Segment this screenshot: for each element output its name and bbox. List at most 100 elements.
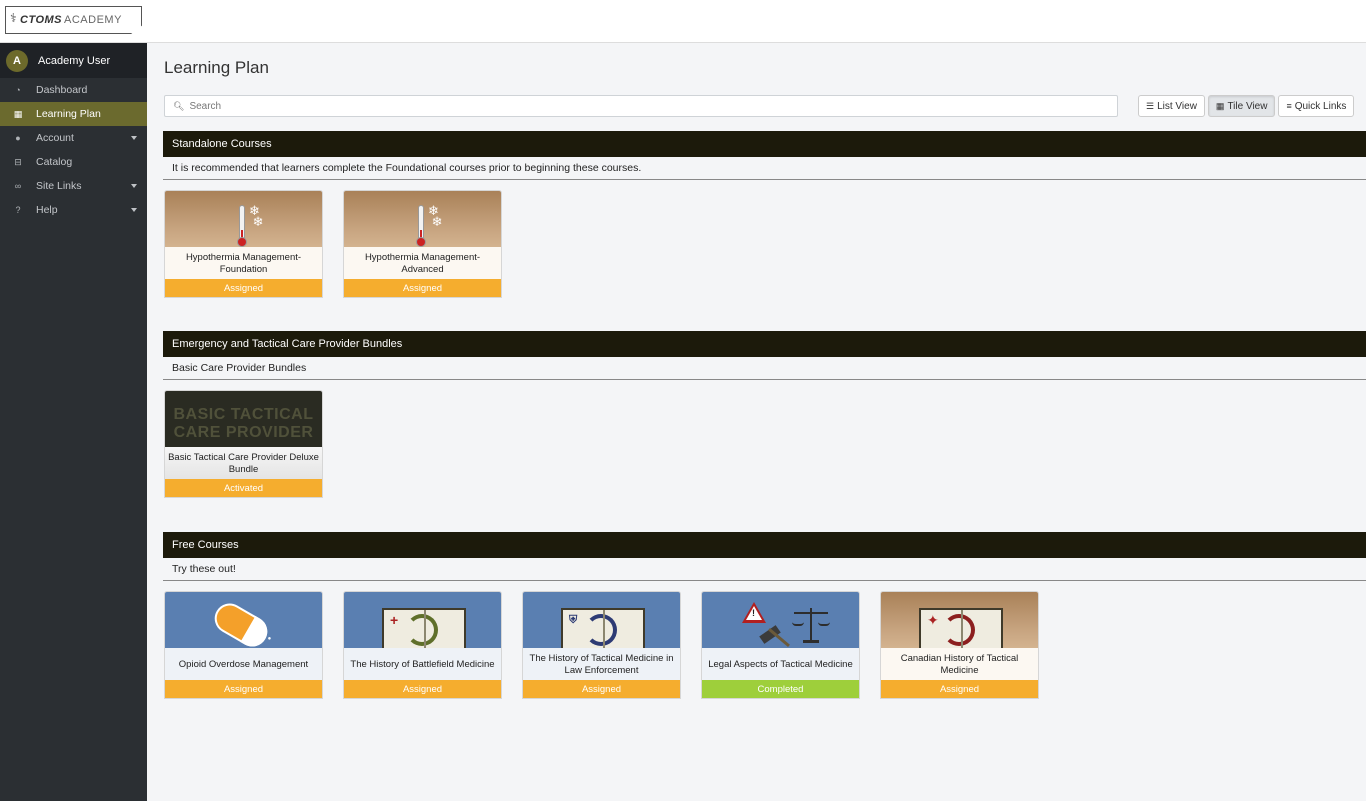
course-name: Hypothermia Management-Advanced (344, 247, 501, 280)
quick-links-label: Quick Links (1294, 100, 1347, 112)
sidebar-item-label: Site Links (36, 180, 82, 192)
thermometer-icon (416, 205, 426, 247)
user-icon: ● (15, 133, 21, 143)
maple-leaf-icon: ✦ (927, 612, 939, 628)
search-icon: 🔍︎ (173, 100, 185, 111)
grid-icon: ▦ (13, 108, 23, 119)
caduceus-icon: ⚕ (10, 11, 17, 25)
course-name: Legal Aspects of Tactical Medicine (702, 648, 859, 681)
grid-icon: ▦ (1215, 100, 1225, 111)
sidebar-item-site-links[interactable]: ∞ Site Links (0, 174, 147, 198)
status-badge: Assigned (523, 680, 680, 698)
sidebar-item-account[interactable]: ● Account (0, 126, 147, 150)
chevron-down-icon (131, 184, 137, 188)
course-tile[interactable]: ❄ ❄ Hypothermia Management-Advanced Assi… (343, 190, 502, 298)
course-thumbnail: + (344, 592, 501, 648)
sidebar-item-label: Dashboard (36, 84, 88, 96)
top-header: ⚕ CTOMS ACADEMY (0, 0, 1366, 43)
status-badge: Completed (702, 680, 859, 698)
book-icon: ✦ (919, 608, 1003, 648)
menu-icon: ≡ (1286, 101, 1292, 111)
course-tile[interactable]: ! Legal Aspects of Tactical Medicine Com… (701, 591, 860, 699)
course-tile[interactable]: + The History of Battlefield Medicine As… (343, 591, 502, 699)
status-badge: Assigned (344, 279, 501, 297)
course-thumbnail: ✦ (881, 592, 1038, 648)
history-arrow-icon (585, 614, 617, 646)
list-view-label: List View (1157, 100, 1197, 112)
book-icon: ⛨ (561, 608, 645, 648)
section-header: Standalone Courses (163, 131, 1366, 157)
tile-grid: ● ● ● Opioid Overdose Management Assigne… (163, 591, 1366, 699)
course-name: The History of Battlefield Medicine (344, 648, 501, 681)
course-name: Hypothermia Management-Foundation (165, 247, 322, 280)
user-profile[interactable]: A Academy User (0, 43, 147, 78)
section-provider-bundles: Emergency and Tactical Care Provider Bun… (163, 331, 1366, 498)
status-badge: Assigned (165, 279, 322, 297)
tile-view-button[interactable]: ▦ Tile View (1207, 95, 1276, 117)
brand-name-light: ACADEMY (64, 14, 122, 26)
chevron-down-icon (131, 208, 137, 212)
history-arrow-icon (943, 614, 975, 646)
sidebar-item-catalog[interactable]: ⊟ Catalog (0, 150, 147, 174)
list-icon: ☰ (1146, 100, 1155, 111)
course-tile[interactable]: ❄ ❄ Hypothermia Management-Foundation As… (164, 190, 323, 298)
basket-icon: ⊟ (14, 156, 22, 167)
course-tile[interactable]: ✦ Canadian History of Tactical Medicine … (880, 591, 1039, 699)
main-content: Learning Plan 🔍︎ ☰ List View ▦ Tile View… (147, 43, 1366, 801)
sidebar-item-label: Account (36, 132, 74, 144)
medical-cross-icon: + (390, 612, 399, 628)
avatar: A (6, 49, 28, 72)
page-title: Learning Plan (164, 58, 269, 77)
status-badge: Assigned (165, 680, 322, 698)
course-name: Canadian History of Tactical Medicine (881, 648, 1038, 681)
brand-name-bold: CTOMS (20, 14, 63, 26)
sidebar: A Academy User ◔ Dashboard ▦ Learning Pl… (0, 43, 147, 801)
section-header: Emergency and Tactical Care Provider Bun… (163, 331, 1366, 357)
book-icon: + (382, 608, 466, 648)
course-name: The History of Tactical Medicine in Law … (523, 648, 680, 681)
quick-links-button[interactable]: ≡ Quick Links (1278, 95, 1355, 117)
link-icon: ∞ (14, 181, 22, 191)
list-view-button[interactable]: ☰ List View (1138, 95, 1205, 117)
thumbnail-text: BASIC TACTICAL CARE PROVIDER (173, 406, 314, 441)
section-description: It is recommended that learners complete… (163, 157, 1366, 180)
brand-logo[interactable]: ⚕ CTOMS ACADEMY (5, 6, 142, 34)
course-thumbnail: ⛨ (523, 592, 680, 648)
sidebar-item-label: Learning Plan (36, 108, 101, 120)
view-toggle: ☰ List View ▦ Tile View ≡ Quick Links (1138, 95, 1357, 117)
sidebar-item-label: Help (36, 204, 58, 216)
question-icon: ? (15, 205, 21, 215)
course-name: Opioid Overdose Management (165, 648, 322, 681)
section-description: Try these out! (163, 558, 1366, 581)
course-thumbnail: ❄ ❄ (344, 191, 501, 247)
snowflake-icon: ❄ ❄ (249, 203, 264, 229)
user-name: Academy User (38, 54, 111, 67)
search-input[interactable] (189, 100, 1090, 112)
section-description: Basic Care Provider Bundles (163, 357, 1366, 380)
course-thumbnail: ❄ ❄ (165, 191, 322, 247)
sidebar-item-learning-plan[interactable]: ▦ Learning Plan (0, 102, 147, 126)
tile-grid: ❄ ❄ Hypothermia Management-Foundation As… (163, 190, 1366, 298)
dashboard-icon: ◔ (15, 85, 21, 95)
course-tile[interactable]: ⛨ The History of Tactical Medicine in La… (522, 591, 681, 699)
police-badge-icon: ⛨ (569, 614, 578, 626)
section-standalone-courses: Standalone Courses It is recommended tha… (163, 131, 1366, 298)
course-thumbnail: ! (702, 592, 859, 648)
course-thumbnail: BASIC TACTICAL CARE PROVIDER (165, 391, 322, 447)
tile-grid: BASIC TACTICAL CARE PROVIDER Basic Tacti… (163, 390, 1366, 498)
section-free-courses: Free Courses Try these out! ● ● ● Opioid… (163, 532, 1366, 699)
search-box: 🔍︎ (164, 95, 1118, 117)
course-tile[interactable]: BASIC TACTICAL CARE PROVIDER Basic Tacti… (164, 390, 323, 498)
thermometer-icon (237, 205, 247, 247)
sidebar-item-dashboard[interactable]: ◔ Dashboard (0, 78, 147, 102)
pills-icon: ● ● ● (253, 636, 273, 642)
status-badge: Activated (165, 479, 322, 497)
history-arrow-icon (406, 614, 438, 646)
sidebar-item-help[interactable]: ? Help (0, 198, 147, 222)
snowflake-icon: ❄ ❄ (428, 203, 443, 229)
section-header: Free Courses (163, 532, 1366, 558)
status-badge: Assigned (881, 680, 1038, 698)
tile-view-label: Tile View (1227, 100, 1268, 112)
course-name: Basic Tactical Care Provider Deluxe Bund… (165, 447, 322, 480)
course-tile[interactable]: ● ● ● Opioid Overdose Management Assigne… (164, 591, 323, 699)
